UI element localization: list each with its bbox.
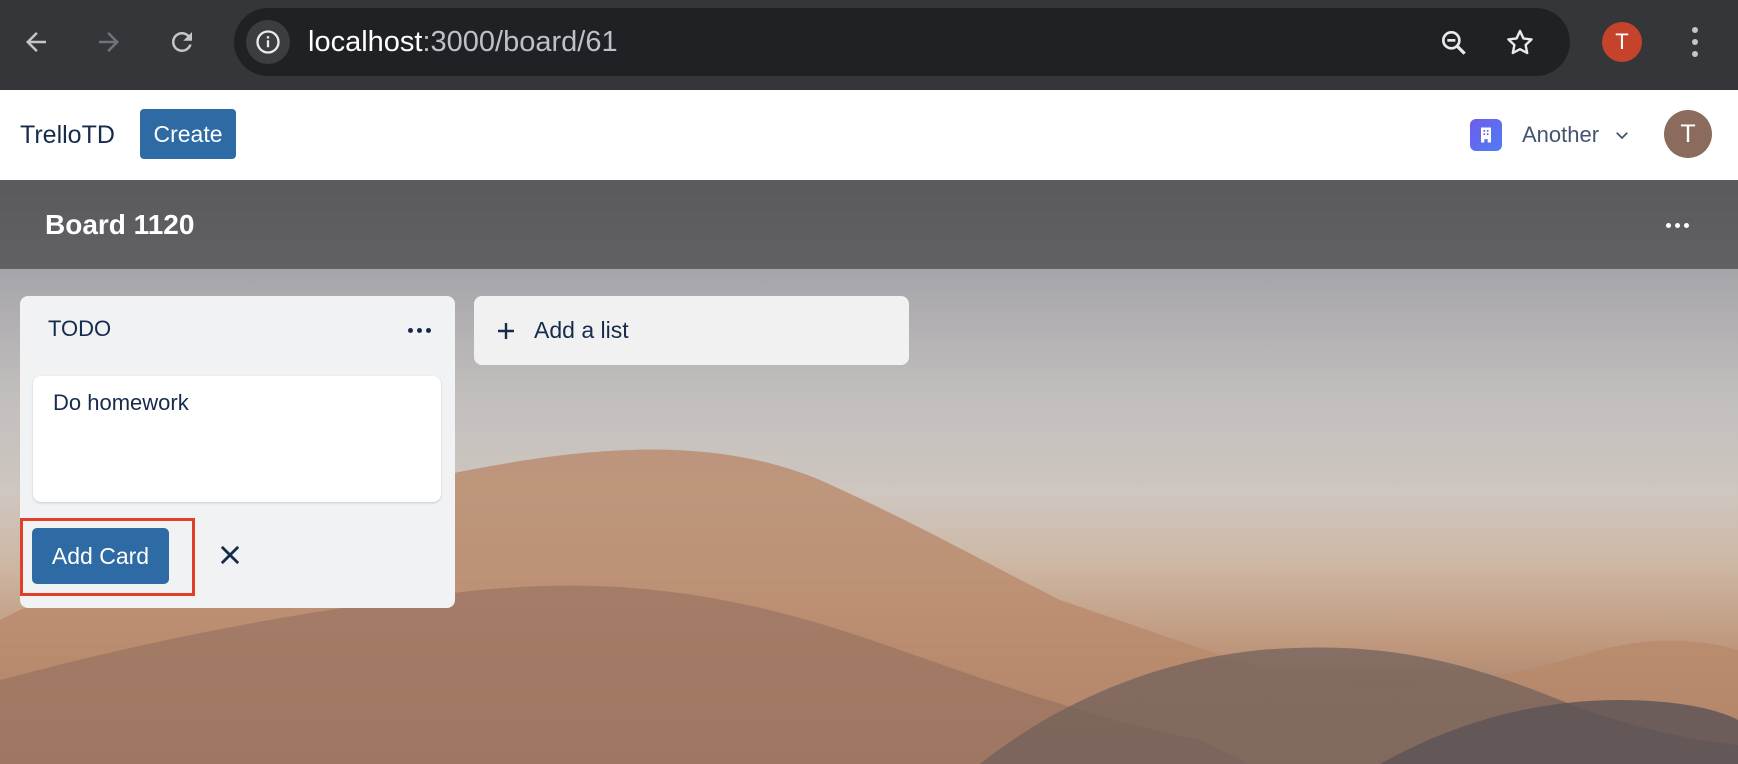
board-menu-icon[interactable] <box>1662 210 1692 240</box>
url-host: localhost <box>308 26 423 58</box>
browser-menu-icon[interactable] <box>1680 22 1710 62</box>
url-text: localhost:3000/board/61 <box>308 8 618 76</box>
chevron-down-icon <box>1616 132 1628 140</box>
browser-profile-avatar[interactable]: T <box>1602 22 1642 62</box>
workspace-switcher[interactable]: Another <box>1470 114 1631 156</box>
close-icon <box>220 545 240 565</box>
app-header: TrelloTD Create Another T <box>0 90 1738 180</box>
address-bar[interactable]: localhost:3000/board/61 <box>234 8 1570 76</box>
board-title[interactable]: Board 1120 <box>45 180 194 269</box>
site-info-icon[interactable] <box>246 20 290 64</box>
new-card-input[interactable]: Do homework <box>33 376 441 502</box>
zoom-out-icon[interactable] <box>1438 27 1470 59</box>
arrow-left-icon <box>26 32 46 52</box>
list-title[interactable]: TODO <box>48 316 111 342</box>
add-card-button[interactable]: Add Card <box>32 528 169 584</box>
list-menu-icon[interactable] <box>404 318 434 342</box>
add-list-label: Add a list <box>534 317 629 343</box>
workspace-label: Another <box>1522 122 1600 147</box>
back-button[interactable] <box>16 22 56 62</box>
board-header: Board 1120 <box>0 180 1738 269</box>
create-button[interactable]: Create <box>140 109 236 159</box>
arrow-right-icon <box>99 32 119 52</box>
forward-button[interactable] <box>89 22 129 62</box>
bookmark-star-icon[interactable] <box>1504 27 1536 59</box>
board-canvas: Board 1120 TODO Do homework Add Card Add… <box>0 180 1738 764</box>
workspace-building-icon <box>1470 119 1502 151</box>
add-list-button[interactable]: Add a list <box>474 296 909 365</box>
url-path: :3000/board/61 <box>422 26 618 58</box>
plus-icon <box>498 322 514 339</box>
list-todo: TODO Do homework Add Card <box>20 296 455 608</box>
app-logo[interactable]: TrelloTD <box>20 90 115 180</box>
reload-icon <box>171 31 192 52</box>
browser-toolbar: localhost:3000/board/61 T <box>0 0 1738 90</box>
reload-button[interactable] <box>162 22 202 62</box>
user-avatar[interactable]: T <box>1664 110 1712 158</box>
cancel-add-card-button[interactable] <box>210 530 250 580</box>
